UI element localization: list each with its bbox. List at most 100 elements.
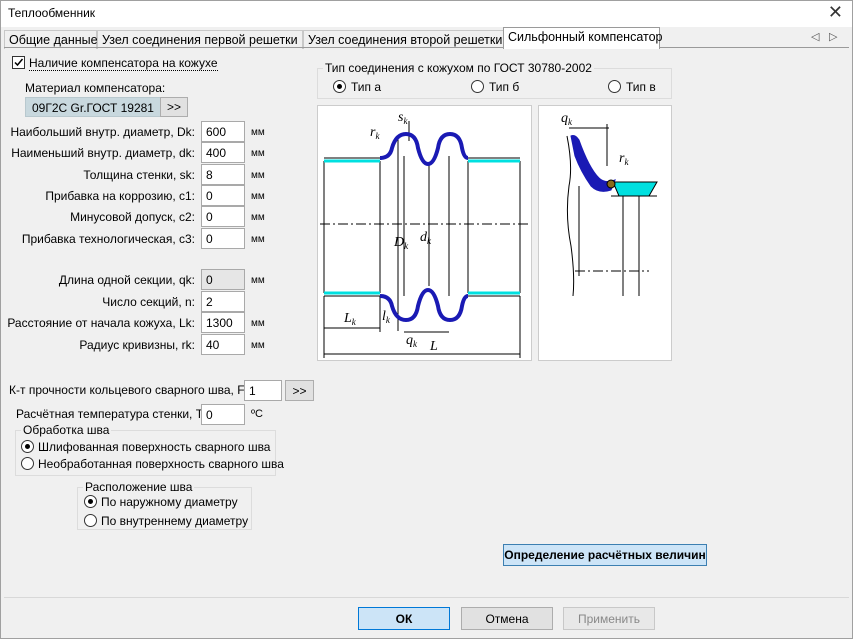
calculate-button[interactable]: Определение расчётных величин [503,544,707,566]
compensator-checkbox-label[interactable]: Наличие компенсатора на кожухе [29,56,218,71]
tab-panel-border [4,47,849,48]
param-unit: мм [251,339,265,351]
detail-drawing: qk rk [538,105,672,361]
param-input[interactable]: 0 [201,206,245,228]
label-rk: rk [370,125,380,141]
param-label: Наименьший внутр. диаметр, dk: [11,146,195,161]
connection-type-c-label[interactable]: Тип в [626,80,656,94]
fit-label: К-т прочности кольцевого сварного шва, F… [9,383,254,397]
treatment-raw-radio[interactable] [21,457,34,470]
temperature-unit: ºС [251,408,263,420]
weld-treatment-title: Обработка шва [21,423,112,437]
detail-label-rk: rk [619,151,629,167]
fit-input[interactable]: 1 [244,380,282,401]
weld-location-title: Расположение шва [83,480,195,494]
material-label: Материал компенсатора: [25,81,166,95]
material-select-button[interactable]: >> [160,97,188,117]
label-dk: dk [420,230,432,246]
connection-type-a-label[interactable]: Тип а [351,80,381,94]
label-sk: sk [398,110,408,126]
window-title: Теплообменник [8,6,96,20]
location-inner-label[interactable]: По внутреннему диаметру [101,514,248,528]
bellows-drawing: rk sk Dk dk Lk lk qk L [317,105,532,361]
param-input[interactable]: 1300 [201,312,245,333]
fit-select-button[interactable]: >> [285,380,314,401]
tab-scroll-left-icon[interactable]: ◁ [811,30,819,43]
tab-label: Узел соединения первой решетки [102,33,298,47]
location-inner-radio[interactable] [84,514,97,527]
param-value: 8 [206,167,213,182]
param-label: Расстояние от начала кожуха, Lk: [7,316,195,330]
cancel-button[interactable]: Отмена [461,607,553,630]
param-unit: мм [251,212,265,224]
param-unit: мм [251,233,265,245]
temperature-input[interactable]: 0 [201,404,245,425]
param-label: Прибавка на коррозию, c1: [45,188,195,203]
param-value: 0 [206,188,213,203]
material-value: 09Г2С Gr.ГОСТ 19281 [32,101,154,115]
tab-label: Узел соединения второй решетки [308,33,503,47]
ok-button[interactable]: ОК [358,607,450,630]
treatment-ground-label[interactable]: Шлифованная поверхность сварного шва [38,440,270,454]
param-input[interactable]: 2 [201,290,245,312]
connection-type-c-radio[interactable] [608,80,621,93]
param-input[interactable]: 0 [201,227,245,249]
compensator-checkbox[interactable] [12,56,25,69]
param-label: Число секций, n: [102,294,195,309]
param-unit: мм [251,275,265,286]
param-input[interactable]: 40 [201,333,245,355]
param-unit: мм [251,190,265,202]
label-Dk: Dk [393,235,409,251]
material-field: 09Г2С Gr.ГОСТ 19281 [25,97,161,117]
param-input[interactable]: 8 [201,163,245,185]
param-input[interactable]: 0 [201,184,245,206]
param-value: 2 [206,294,213,309]
param-value: 0 [206,273,213,287]
close-icon[interactable]: ✕ [828,2,843,23]
param-value: 1300 [206,316,233,330]
param-unit: мм [251,169,265,181]
bellows-drawing-svg: rk sk Dk dk Lk lk qk L [320,110,531,358]
param-unit: мм [251,148,265,160]
fit-value: 1 [249,384,256,398]
treatment-raw-label[interactable]: Необработанная поверхность сварного шва [38,457,284,471]
detail-drawing-svg: qk rk [561,111,658,297]
param-input: 0 [201,269,245,290]
param-value: 0 [206,210,213,225]
treatment-ground-radio[interactable] [21,440,34,453]
param-value: 600 [206,125,227,139]
param-label: Прибавка технологическая, c3: [21,231,195,246]
label-lk: lk [382,309,391,325]
footer-separator [4,597,849,598]
label-L: L [429,339,438,354]
apply-button[interactable]: Применить [563,607,655,630]
tab-scroll-right-icon[interactable]: ▷ [829,30,837,43]
location-outer-label[interactable]: По наружному диаметру [101,495,238,509]
label-qk: qk [406,333,418,349]
temperature-value: 0 [206,408,213,422]
param-label: Минусовой допуск, c2: [70,210,195,225]
param-unit: мм [251,318,265,329]
checkmark-icon [14,58,24,67]
detail-label-qk: qk [561,111,573,127]
param-label: Наибольший внутр. диаметр, Dk: [10,125,195,139]
connection-type-b-radio[interactable] [471,80,484,93]
connection-type-a-radio[interactable] [333,80,346,93]
param-value: 0 [206,231,213,246]
param-value: 400 [206,146,227,161]
label-Lk: Lk [343,311,357,327]
param-label: Толщина стенки, sk: [83,167,195,182]
param-input[interactable]: 600 [201,121,245,142]
param-label: Длина одной секции, qk: [58,273,195,287]
param-unit: мм [251,127,265,138]
location-outer-radio[interactable] [84,495,97,508]
param-input[interactable]: 400 [201,142,245,164]
tab-label: Общие данные [9,33,98,47]
title-bar: Теплообменник ✕ [0,0,853,27]
temperature-label: Расчётная температура стенки, T: [16,407,206,421]
param-label: Радиус кривизны, rk: [79,337,195,352]
connection-type-b-label[interactable]: Тип б [489,80,519,94]
connection-type-title: Тип соединения с кожухом по ГОСТ 30780-2… [323,61,594,75]
tab-label: Сильфонный компенсатор [508,30,663,44]
tab-bellows-compensator[interactable]: Сильфонный компенсатор [503,27,663,49]
